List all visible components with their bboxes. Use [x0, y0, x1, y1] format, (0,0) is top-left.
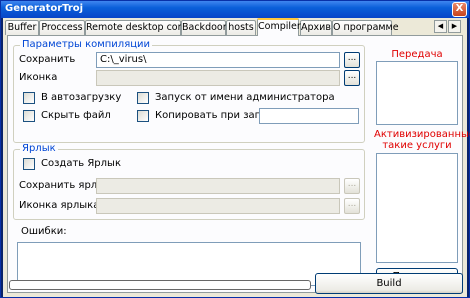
- build-button[interactable]: Build: [315, 273, 463, 294]
- tab-hosts[interactable]: hosts: [226, 20, 256, 35]
- activated-services-box[interactable]: [376, 153, 458, 263]
- tab-remote-desktop-control[interactable]: Remote desktop control: [85, 20, 200, 35]
- client-area: Buffer Proccess Remote desktop control B…: [3, 18, 470, 297]
- autorun-checkbox[interactable]: [23, 92, 35, 104]
- tab-backdoor[interactable]: Backdoor: [181, 20, 227, 35]
- hide-file-checkbox[interactable]: [23, 110, 35, 122]
- data-transfer-box[interactable]: [376, 61, 458, 125]
- shortcut-group: Ярлык Создать Ярлык Сохранить ярлык ... …: [13, 143, 365, 220]
- save-shortcut-browse-button[interactable]: ...: [344, 178, 360, 194]
- shortcut-icon-browse-button[interactable]: ...: [344, 198, 360, 214]
- icon-path-field[interactable]: [96, 70, 340, 86]
- app-window: GeneratorTroj X Buffer Proccess Remote d…: [0, 0, 470, 298]
- icon-browse-button[interactable]: ...: [344, 70, 360, 86]
- title-bar[interactable]: GeneratorTroj X: [1, 1, 469, 18]
- hide-file-label: Скрыть файл: [41, 110, 111, 121]
- tab-proccess[interactable]: Proccess: [39, 20, 85, 35]
- tab-archive[interactable]: Архив: [300, 20, 332, 35]
- save-path-browse-button[interactable]: ...: [344, 52, 360, 68]
- tab-strip: Buffer Proccess Remote desktop control B…: [5, 18, 465, 36]
- save-shortcut-field[interactable]: [96, 178, 340, 194]
- save-path-field[interactable]: C:\_virus\: [96, 52, 340, 68]
- copy-on-start-field[interactable]: [259, 108, 359, 124]
- tab-scroll-left-icon[interactable]: ◀: [434, 20, 447, 33]
- create-shortcut-checkbox[interactable]: [23, 158, 35, 170]
- create-shortcut-label: Создать Ярлык: [41, 158, 121, 169]
- errors-label: Ошибки:: [21, 226, 67, 237]
- compiler-tab-panel: Параметры компиляции Сохранить C:\_virus…: [7, 35, 470, 293]
- activated-services-label: Активизированные такие услуги: [374, 129, 470, 151]
- run-as-admin-checkbox[interactable]: [137, 92, 149, 104]
- build-progress-bar: [9, 280, 311, 290]
- compile-params-group: Параметры компиляции Сохранить C:\_virus…: [13, 39, 365, 143]
- tab-about[interactable]: О программе: [332, 20, 399, 35]
- run-as-admin-label: Запуск от имени администратора: [155, 92, 335, 103]
- save-path-label: Сохранить: [19, 54, 76, 65]
- icon-label: Иконка: [19, 72, 58, 83]
- close-button[interactable]: X: [452, 2, 467, 17]
- shortcut-icon-label: Иконка ярлыка: [19, 200, 100, 211]
- copy-on-start-checkbox[interactable]: [137, 110, 149, 122]
- tab-compiler[interactable]: Compiler: [257, 18, 301, 36]
- window-title: GeneratorTroj: [5, 3, 84, 14]
- shortcut-icon-field[interactable]: [96, 198, 340, 214]
- autorun-label: В автозагрузку: [41, 92, 122, 103]
- tab-buffer[interactable]: Buffer: [5, 20, 39, 35]
- shortcut-legend: Ярлык: [20, 143, 58, 154]
- compile-params-legend: Параметры компиляции: [20, 39, 153, 50]
- tab-scroll-right-icon[interactable]: ▶: [448, 20, 461, 33]
